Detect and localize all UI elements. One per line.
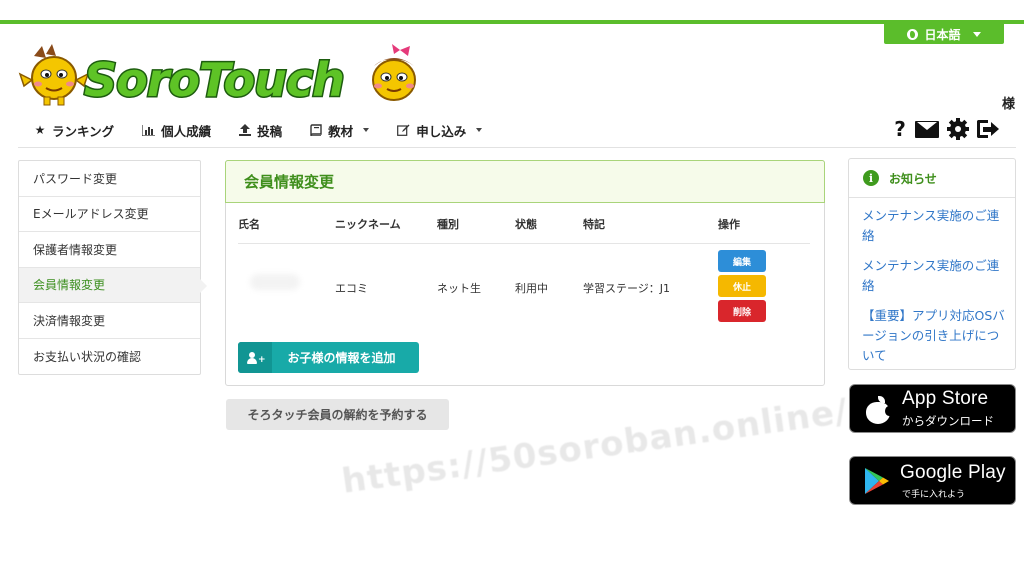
main-nav: ★ ランキング 個人成績 投稿 教材 申し込み	[34, 120, 510, 140]
star-icon: ★	[34, 123, 46, 137]
logo-wordmark: SoroTouch	[84, 53, 344, 106]
delete-button[interactable]: 削除	[718, 300, 766, 322]
language-label: 日本語	[924, 27, 961, 42]
app-store-title: App Store	[902, 388, 989, 409]
globe-icon	[907, 28, 919, 40]
column-header-status: 状態	[515, 218, 537, 231]
apple-icon	[866, 396, 893, 424]
page-title: 会員情報変更	[226, 161, 824, 203]
nav-materials-label: 教材	[328, 123, 354, 139]
mascot-left-icon	[18, 44, 90, 106]
nav-personal-results-label: 個人成績	[161, 123, 212, 139]
sorotouch-logo[interactable]: SoroTouch	[16, 44, 420, 106]
sidebar-item-password[interactable]: パスワード変更	[19, 161, 200, 197]
help-icon[interactable]: ?	[893, 118, 907, 140]
nav-ranking[interactable]: ★ ランキング	[34, 121, 115, 140]
news-link-3[interactable]: 【重要】アプリ対応OSバージョンの引き上げについて	[862, 306, 1005, 366]
cell-nickname: エコミ	[335, 282, 368, 295]
edit-button[interactable]: 編集	[718, 250, 766, 272]
add-child-button[interactable]: + お子様の情報を追加	[238, 342, 419, 373]
cell-note: 学習ステージ：J1	[583, 282, 671, 295]
table-header-divider	[238, 243, 810, 244]
sidebar-item-payment[interactable]: 決済情報変更	[19, 303, 200, 339]
column-header-note: 特記	[583, 218, 605, 231]
caret-down-icon	[972, 31, 981, 37]
caret-down-icon	[476, 128, 483, 132]
nav-post-label: 投稿	[257, 123, 283, 139]
cell-status: 利用中	[515, 282, 548, 295]
column-header-type: 種別	[437, 218, 459, 231]
header-divider	[18, 147, 1016, 148]
app-store-subtitle: からダウンロード	[902, 416, 994, 428]
cell-type: ネット生	[437, 282, 481, 295]
app-store-badge[interactable]: App Store からダウンロード	[849, 384, 1016, 433]
news-header: i お知らせ	[849, 159, 1015, 198]
news-panel: i お知らせ メンテナンス実施のご連絡 メンテナンス実施のご連絡 【重要】アプリ…	[848, 158, 1016, 370]
nav-ranking-label: ランキング	[52, 123, 115, 139]
member-name-redacted	[250, 274, 300, 290]
settings-sidebar: パスワード変更 Eメールアドレス変更 保護者情報変更 会員情報変更 決済情報変更…	[18, 160, 207, 375]
news-link-2[interactable]: メンテナンス実施のご連絡	[862, 256, 1005, 296]
edit-icon	[397, 124, 410, 136]
nav-materials[interactable]: 教材	[310, 121, 370, 140]
sidebar-item-guardian[interactable]: 保護者情報変更	[19, 232, 200, 268]
google-play-title: Google Play	[900, 462, 1006, 483]
nav-post[interactable]: 投稿	[239, 121, 282, 140]
mail-icon[interactable]	[915, 120, 939, 138]
google-play-icon	[865, 468, 889, 494]
nav-application-label: 申し込み	[416, 123, 467, 139]
upload-icon	[239, 124, 252, 136]
cancel-membership-button[interactable]: そろタッチ会員の解約を予約する	[226, 399, 449, 430]
language-selector[interactable]: 日本語	[884, 24, 1004, 44]
gear-icon[interactable]	[947, 118, 969, 140]
news-list: メンテナンス実施のご連絡 メンテナンス実施のご連絡 【重要】アプリ対応OSバージ…	[849, 198, 1015, 366]
user-plus-icon: +	[247, 351, 266, 364]
nav-application[interactable]: 申し込み	[397, 121, 483, 140]
pause-button[interactable]: 休止	[718, 275, 766, 297]
sidebar-item-member-info[interactable]: 会員情報変更	[19, 267, 207, 303]
sign-out-icon[interactable]	[977, 119, 999, 139]
sidebar-item-email[interactable]: Eメールアドレス変更	[19, 197, 200, 232]
top-accent-bar	[0, 20, 1024, 24]
user-honorific: 様	[1002, 97, 1016, 112]
google-play-badge[interactable]: Google Play で手に入れよう	[849, 456, 1016, 505]
header-icon-group: ?	[893, 118, 999, 140]
news-link-1[interactable]: メンテナンス実施のご連絡	[862, 206, 1005, 246]
add-child-icon-box: +	[238, 342, 272, 373]
book-icon	[310, 124, 322, 136]
google-play-subtitle: で手に入れよう	[902, 489, 966, 499]
add-child-label: お子様の情報を追加	[287, 351, 396, 365]
news-title: お知らせ	[889, 171, 937, 186]
sidebar-item-payment-status[interactable]: お支払い状況の確認	[19, 339, 200, 375]
caret-down-icon	[363, 128, 370, 132]
info-icon: i	[863, 170, 879, 186]
bar-chart-icon	[142, 124, 156, 136]
column-header-actions: 操作	[718, 218, 740, 231]
mascot-right-icon	[372, 44, 416, 101]
column-header-nickname: ニックネーム	[335, 218, 401, 231]
column-header-name: 氏名	[238, 218, 260, 231]
nav-personal-results[interactable]: 個人成績	[142, 121, 211, 140]
